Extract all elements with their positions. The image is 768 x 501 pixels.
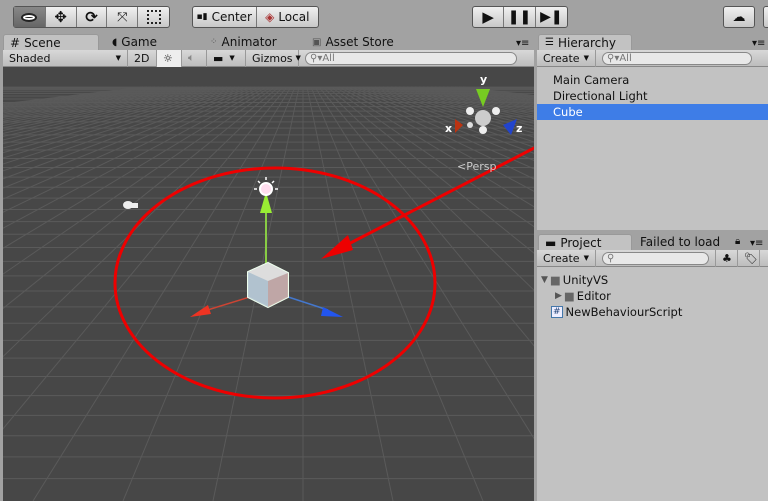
pacman-icon: ◖: [112, 36, 118, 48]
filter-label-button[interactable]: 🏷︎: [738, 249, 760, 267]
sun-icon: ☼: [163, 51, 173, 65]
tag-icon: 🏷︎: [744, 251, 758, 265]
store-icon: ▣: [312, 36, 322, 48]
lock-icon[interactable]: 🔒︎: [735, 236, 740, 247]
view-tool-button[interactable]: [14, 7, 46, 27]
camera-icon: [123, 201, 138, 209]
account-button[interactable]: [763, 6, 768, 28]
transform-tools: ✥ ⟳ ⤧: [13, 6, 170, 28]
projection-toggle[interactable]: <Persp: [457, 160, 496, 173]
orientation-gizmo: [455, 89, 517, 135]
tab-scene[interactable]: # Scene: [3, 34, 99, 50]
playback-controls: ▶ ❚❚ ▶❚: [472, 6, 568, 28]
eye-icon: [21, 12, 38, 22]
scene-view[interactable]: y x z <Persp: [3, 67, 534, 501]
hierarchy-search-input[interactable]: ⚲▾ All: [602, 51, 752, 65]
rotate-icon: ⟳: [85, 8, 98, 26]
cloud-button[interactable]: ☁: [723, 6, 755, 28]
shapes-icon: ♣: [722, 251, 732, 265]
cloud-icon: ☁: [732, 9, 746, 25]
project-menu-icon[interactable]: ▾≡: [750, 238, 763, 249]
pause-button[interactable]: ❚❚: [504, 7, 536, 27]
project-item-newbehaviourscript[interactable]: # NewBehaviourScript: [537, 304, 768, 320]
hierarchy-item-directional-light[interactable]: Directional Light: [537, 88, 768, 104]
list-icon: ☰: [545, 37, 554, 48]
filter-type-button[interactable]: ♣: [716, 249, 738, 267]
tab-failed-to-load[interactable]: Failed to load: [634, 234, 720, 250]
project-toolbar: Create ▼ ⚲ ♣ 🏷︎: [537, 249, 768, 267]
collapsed-arrow-icon: ▶: [555, 291, 562, 301]
folder-icon: ■: [563, 289, 575, 303]
move-tool-button[interactable]: ✥: [46, 7, 77, 27]
shading-dropdown[interactable]: Shaded ▼: [3, 49, 128, 67]
effects-dropdown[interactable]: ▬ ▼: [207, 49, 246, 67]
local-cube-icon: ◈: [265, 10, 275, 24]
folder-icon: ■: [549, 273, 561, 287]
step-icon: ▶❚: [540, 9, 563, 25]
tab-game[interactable]: ◖ Game: [106, 34, 157, 50]
hierarchy-item-main-camera[interactable]: Main Camera: [537, 72, 768, 88]
project-create-button[interactable]: Create ▼: [537, 249, 596, 267]
expanded-arrow-icon: ▼: [541, 275, 548, 285]
play-button[interactable]: ▶: [473, 7, 505, 27]
csharp-script-icon: #: [551, 306, 563, 318]
annotation-marks: [113, 146, 534, 400]
tab-project[interactable]: ▬ Project: [538, 234, 632, 250]
animator-icon: ⁘: [210, 37, 218, 47]
rotate-tool-button[interactable]: ⟳: [77, 7, 108, 27]
axis-z-label[interactable]: z: [516, 122, 522, 135]
project-search-input[interactable]: ⚲: [602, 251, 709, 265]
speaker-icon: 🔈︎: [188, 51, 195, 64]
grid-icon: #: [10, 35, 21, 50]
hierarchy-create-button[interactable]: Create ▼: [537, 49, 596, 67]
cube-gizmo: [190, 261, 343, 317]
image-icon: ▬: [213, 51, 224, 65]
2d-toggle[interactable]: 2D: [128, 49, 157, 67]
folder-icon: ▬: [545, 235, 557, 250]
pivot-icon: ▪▮: [196, 12, 208, 22]
project-item-unityvs[interactable]: ▼ ■ UnityVS: [537, 272, 768, 288]
scale-icon: ⤧: [117, 9, 128, 25]
pause-icon: ❚❚: [507, 9, 532, 25]
tab-hierarchy[interactable]: ☰ Hierarchy: [538, 34, 632, 50]
pivot-local-button[interactable]: ◈ Local: [257, 7, 319, 27]
search-icon: ⚲▾: [310, 52, 323, 64]
directional-light-gizmo: [254, 177, 278, 272]
scene-menu-icon[interactable]: ▾≡: [516, 38, 529, 49]
tab-animator[interactable]: ⁘ Animator: [204, 34, 277, 50]
scene-toolbar: Shaded ▼ 2D ☼ 🔈︎ ▬ ▼ Gizmos ▼ ⚲▾ All: [3, 49, 534, 67]
scene-search-input[interactable]: ⚲▾ All: [305, 51, 517, 65]
rect-icon: [146, 10, 161, 24]
rect-tool-button[interactable]: [138, 7, 169, 27]
axis-y-label[interactable]: y: [480, 73, 487, 86]
hierarchy-toolbar: Create ▼ ⚲▾ All: [537, 49, 768, 67]
tab-asset-store[interactable]: ▣ Asset Store: [306, 34, 394, 50]
play-icon: ▶: [482, 8, 494, 26]
scene-objects: [113, 89, 534, 400]
search-icon: ⚲: [607, 252, 615, 264]
step-button[interactable]: ▶❚: [536, 7, 567, 27]
gizmos-dropdown[interactable]: Gizmos ▼: [246, 49, 301, 67]
move-icon: ✥: [54, 8, 67, 26]
project-item-editor[interactable]: ▶ ■ Editor: [537, 288, 768, 304]
hierarchy-menu-icon[interactable]: ▾≡: [752, 38, 765, 49]
project-tree: ▼ ■ UnityVS ▶ ■ Editor # NewBehaviourScript: [537, 267, 768, 501]
audio-toggle[interactable]: 🔈︎: [182, 49, 207, 67]
chevron-down-icon: ▼: [115, 54, 121, 62]
pivot-center-button[interactable]: ▪▮ Center: [193, 7, 257, 27]
pivot-controls: ▪▮ Center ◈ Local: [192, 6, 319, 28]
hierarchy-list: Main Camera Directional Light Cube: [537, 67, 768, 230]
hierarchy-item-cube[interactable]: Cube: [537, 104, 768, 120]
scale-tool-button[interactable]: ⤧: [107, 7, 139, 27]
search-icon: ⚲▾: [607, 52, 620, 64]
lighting-toggle[interactable]: ☼: [157, 49, 182, 67]
axis-x-label[interactable]: x: [445, 122, 452, 135]
